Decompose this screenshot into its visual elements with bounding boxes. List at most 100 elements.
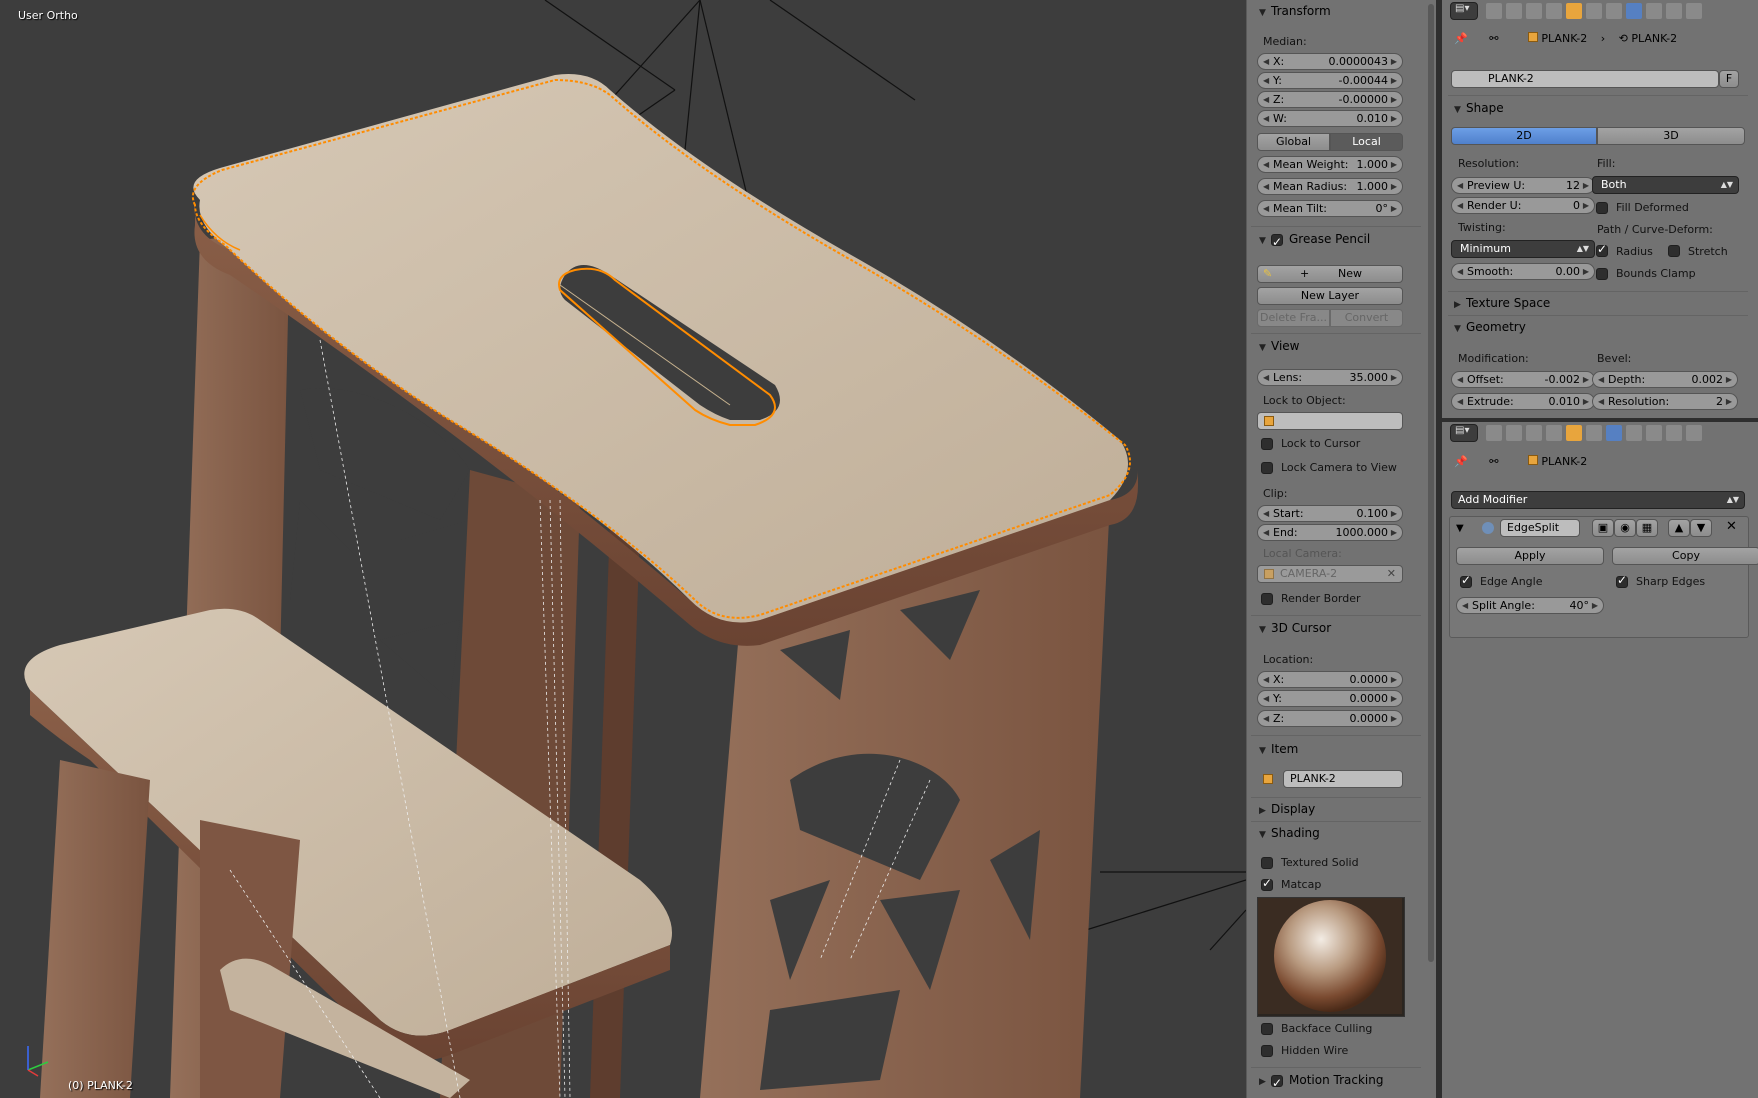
lock-camera-checkbox[interactable] xyxy=(1261,462,1273,474)
pin-icon[interactable]: 📌 xyxy=(1454,455,1468,468)
preview-u-field[interactable]: ◀ Preview U: 12 ▶ xyxy=(1451,177,1595,194)
fake-user-button[interactable]: F xyxy=(1719,70,1739,88)
object-icon[interactable] xyxy=(1566,3,1582,19)
mode-3d-button[interactable]: 3D xyxy=(1597,127,1745,145)
smooth-field[interactable]: ◀ Smooth: 0.00 ▶ xyxy=(1451,263,1595,280)
render-u-field[interactable]: ◀ Render U: 0 ▶ xyxy=(1451,197,1595,214)
world-icon[interactable] xyxy=(1546,3,1562,19)
clip-start-field[interactable]: ◀ Start: 0.100 ▶ xyxy=(1257,505,1403,522)
median-y-field[interactable]: ◀ Y: -0.00044 ▶ xyxy=(1257,72,1403,89)
curve-data-icon[interactable] xyxy=(1626,3,1642,19)
global-toggle[interactable]: Global xyxy=(1257,133,1330,151)
render-layers-icon[interactable] xyxy=(1506,425,1522,441)
move-up-icon[interactable]: ▲ xyxy=(1668,519,1690,537)
cursor-x-field[interactable]: ◀ X: 0.0000 ▶ xyxy=(1257,671,1403,688)
offset-field[interactable]: ◀ Offset: -0.002 ▶ xyxy=(1451,371,1595,388)
lock-object-field[interactable] xyxy=(1257,412,1403,430)
delete-frame-button[interactable]: Delete Fra... xyxy=(1257,309,1330,327)
sharp-edges-checkbox[interactable] xyxy=(1616,573,1628,588)
modifiers-icon[interactable] xyxy=(1606,425,1622,441)
copy-button[interactable]: Copy xyxy=(1612,547,1758,565)
item-name-field[interactable]: PLANK-2 xyxy=(1283,770,1403,788)
fill-deformed-checkbox[interactable] xyxy=(1596,202,1608,214)
twisting-select[interactable]: Minimum ▲▼ xyxy=(1451,240,1595,258)
render-icon[interactable] xyxy=(1486,425,1502,441)
add-modifier-select[interactable]: Add Modifier ▲▼ xyxy=(1451,491,1745,509)
grease-pencil-panel-header[interactable]: ▼Grease Pencil xyxy=(1259,228,1370,253)
convert-button[interactable]: Convert xyxy=(1330,309,1403,327)
object-icon[interactable] xyxy=(1566,425,1582,441)
mode-2d-button[interactable]: 2D xyxy=(1451,127,1597,145)
material-icon[interactable] xyxy=(1646,3,1662,19)
item-panel-header[interactable]: ▼ Item xyxy=(1259,738,1298,760)
3d-viewport[interactable]: User Ortho (0) PLANK-2 xyxy=(0,0,1246,1098)
collapse-icon[interactable]: ▼ xyxy=(1456,523,1464,534)
npanel-scrollbar[interactable] xyxy=(1426,0,1436,1098)
motion-tracking-panel-header[interactable]: ▶Motion Tracking xyxy=(1259,1069,1383,1094)
fill-select[interactable]: Both ▲▼ xyxy=(1592,176,1739,194)
editor-type-menu[interactable]: ▤▾ xyxy=(1450,2,1478,20)
physics-icon[interactable] xyxy=(1686,425,1702,441)
local-toggle[interactable]: Local xyxy=(1330,133,1403,151)
matcap-checkbox[interactable] xyxy=(1261,876,1273,891)
cursor-z-field[interactable]: ◀ Z: 0.0000 ▶ xyxy=(1257,710,1403,727)
lock-to-cursor-checkbox[interactable] xyxy=(1261,438,1273,450)
render-toggle-icon[interactable]: ▣ xyxy=(1592,519,1614,537)
datablock-field[interactable]: PLANK-2 xyxy=(1451,70,1719,88)
physics-icon[interactable] xyxy=(1686,3,1702,19)
editor-type-menu[interactable]: ▤▾ xyxy=(1450,424,1478,442)
view-panel-header[interactable]: ▼ View xyxy=(1259,335,1299,357)
modifiers-icon[interactable] xyxy=(1606,3,1622,19)
clip-end-field[interactable]: ◀ End: 1000.000 ▶ xyxy=(1257,524,1403,541)
backface-culling-checkbox[interactable] xyxy=(1261,1023,1273,1035)
world-icon[interactable] xyxy=(1546,425,1562,441)
split-angle-field[interactable]: ◀ Split Angle: 40° ▶ xyxy=(1456,597,1604,614)
transform-panel-header[interactable]: ▼ Transform xyxy=(1259,0,1331,22)
lens-field[interactable]: ◀ Lens: 35.000 ▶ xyxy=(1257,369,1403,386)
stretch-checkbox[interactable] xyxy=(1668,245,1680,257)
matcap-preview[interactable] xyxy=(1257,897,1405,1017)
render-icon[interactable] xyxy=(1486,3,1502,19)
shading-panel-header[interactable]: ▼ Shading xyxy=(1259,822,1320,844)
pin-icon[interactable]: 📌 xyxy=(1454,32,1468,45)
hidden-wire-checkbox[interactable] xyxy=(1261,1045,1273,1057)
median-w-field[interactable]: ◀ W: 0.010 ▶ xyxy=(1257,110,1403,127)
cursor-panel-header[interactable]: ▼ 3D Cursor xyxy=(1259,617,1331,639)
display-panel-header[interactable]: ▶ Display xyxy=(1259,798,1315,820)
textured-solid-checkbox[interactable] xyxy=(1261,857,1273,869)
grease-pencil-checkbox[interactable] xyxy=(1271,231,1283,253)
render-layers-icon[interactable] xyxy=(1506,3,1522,19)
shape-panel-header[interactable]: ▼ Shape xyxy=(1454,97,1504,119)
texture-icon[interactable] xyxy=(1666,3,1682,19)
median-z-field[interactable]: ◀ Z: -0.00000 ▶ xyxy=(1257,91,1403,108)
mean-weight-field[interactable]: ◀ Mean Weight: 1.000 ▶ xyxy=(1257,156,1403,173)
texture-space-panel-header[interactable]: ▶ Texture Space xyxy=(1454,292,1550,314)
radius-checkbox[interactable] xyxy=(1596,242,1608,257)
apply-button[interactable]: Apply xyxy=(1456,547,1604,565)
scene-icon[interactable] xyxy=(1526,3,1542,19)
new-layer-button[interactable]: New Layer xyxy=(1257,287,1403,305)
extrude-field[interactable]: ◀ Extrude: 0.010 ▶ xyxy=(1451,393,1595,410)
local-camera-field[interactable]: CAMERA-2 ✕ xyxy=(1257,565,1403,583)
motion-tracking-checkbox[interactable] xyxy=(1271,1072,1283,1094)
bevel-resolution-field[interactable]: ◀ Resolution: 2 ▶ xyxy=(1592,393,1738,410)
material-icon[interactable] xyxy=(1646,425,1662,441)
constraints-icon[interactable] xyxy=(1586,3,1602,19)
curve-data-icon[interactable] xyxy=(1626,425,1642,441)
render-border-checkbox[interactable] xyxy=(1261,593,1273,605)
scrollbar-thumb[interactable] xyxy=(1428,4,1434,962)
median-x-field[interactable]: ◀ X: 0.0000043 ▶ xyxy=(1257,53,1403,70)
clear-icon[interactable]: ✕ xyxy=(1387,566,1396,582)
edit-mode-toggle-icon[interactable]: ▦ xyxy=(1636,519,1658,537)
constraints-icon[interactable] xyxy=(1586,425,1602,441)
bevel-depth-field[interactable]: ◀ Depth: 0.002 ▶ xyxy=(1592,371,1738,388)
texture-icon[interactable] xyxy=(1666,425,1682,441)
modifier-name-field[interactable]: EdgeSplit xyxy=(1500,519,1580,537)
edge-angle-checkbox[interactable] xyxy=(1460,573,1472,588)
remove-modifier-icon[interactable]: ✕ xyxy=(1726,519,1737,534)
mean-tilt-field[interactable]: ◀ Mean Tilt: 0° ▶ xyxy=(1257,200,1403,217)
viewport-visibility-icon[interactable]: ◉ xyxy=(1614,519,1636,537)
grease-pencil-new-button[interactable]: ✎ + New xyxy=(1257,265,1403,283)
cursor-y-field[interactable]: ◀ Y: 0.0000 ▶ xyxy=(1257,690,1403,707)
bounds-clamp-checkbox[interactable] xyxy=(1596,268,1608,280)
